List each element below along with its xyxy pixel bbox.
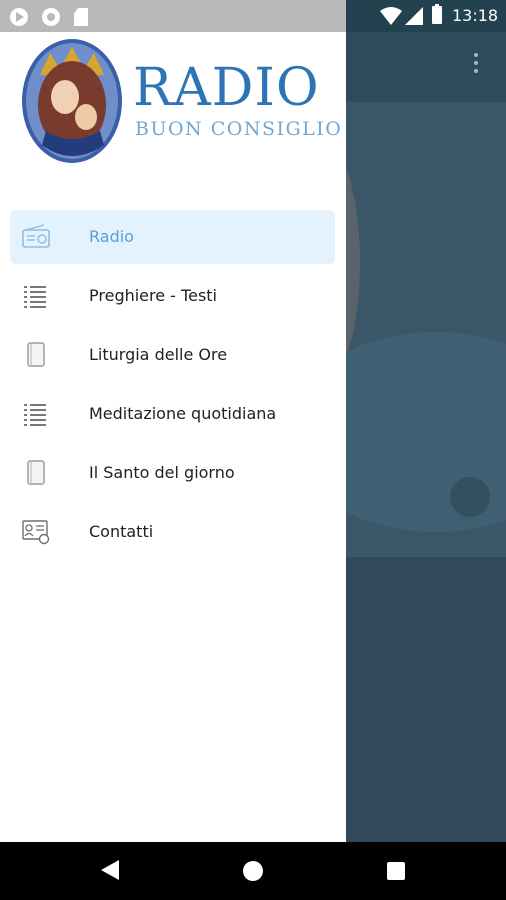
status-time: 13:18 (452, 6, 499, 25)
background-circle (450, 477, 490, 517)
status-bar-left (0, 0, 346, 32)
list-icon (24, 404, 46, 426)
wifi-icon (380, 7, 402, 25)
menu-item-preghiere-testi[interactable]: Preghiere - Testi (0, 269, 346, 328)
battery-icon (432, 4, 442, 24)
list-icon (24, 286, 46, 308)
madonna-logo-icon (22, 39, 122, 163)
contact-card-icon (22, 520, 50, 545)
record-notification-icon (42, 8, 60, 26)
navigation-drawer: RADIO BUON CONSIGLIO Radio Preghiere - T… (0, 32, 346, 842)
active-highlight (10, 210, 335, 264)
app-content-background (346, 102, 506, 842)
overflow-menu-icon[interactable] (473, 53, 479, 77)
menu-item-label: Contatti (89, 522, 154, 541)
menu-item-label: Il Santo del giorno (89, 463, 235, 482)
logo-subtitle: BUON CONSIGLIO (135, 118, 343, 140)
menu-item-label: Radio (89, 227, 134, 246)
book-icon (27, 460, 45, 485)
menu-item-meditazione-quotidiana[interactable]: Meditazione quotidiana (0, 387, 346, 446)
sd-card-icon (74, 8, 88, 26)
background-band (346, 557, 506, 842)
menu-item-contatti[interactable]: Contatti (0, 505, 346, 564)
logo-title: RADIO (133, 58, 320, 118)
menu-item-label: Meditazione quotidiana (89, 404, 277, 423)
app-toolbar (346, 32, 506, 102)
back-icon[interactable] (101, 860, 119, 880)
drawer-menu: Radio Preghiere - Testi Liturgia delle O… (0, 210, 346, 564)
menu-item-label: Preghiere - Testi (89, 286, 217, 305)
menu-item-label: Liturgia delle Ore (89, 345, 228, 364)
menu-item-liturgia-delle-ore[interactable]: Liturgia delle Ore (0, 328, 346, 387)
play-notification-icon (10, 8, 28, 26)
home-icon[interactable] (243, 861, 263, 881)
book-icon (27, 342, 45, 367)
radio-icon (22, 224, 50, 248)
menu-item-radio[interactable]: Radio (0, 210, 346, 269)
menu-item-santo-del-giorno[interactable]: Il Santo del giorno (0, 446, 346, 505)
recents-icon[interactable] (387, 862, 405, 880)
cell-signal-icon (405, 7, 423, 25)
